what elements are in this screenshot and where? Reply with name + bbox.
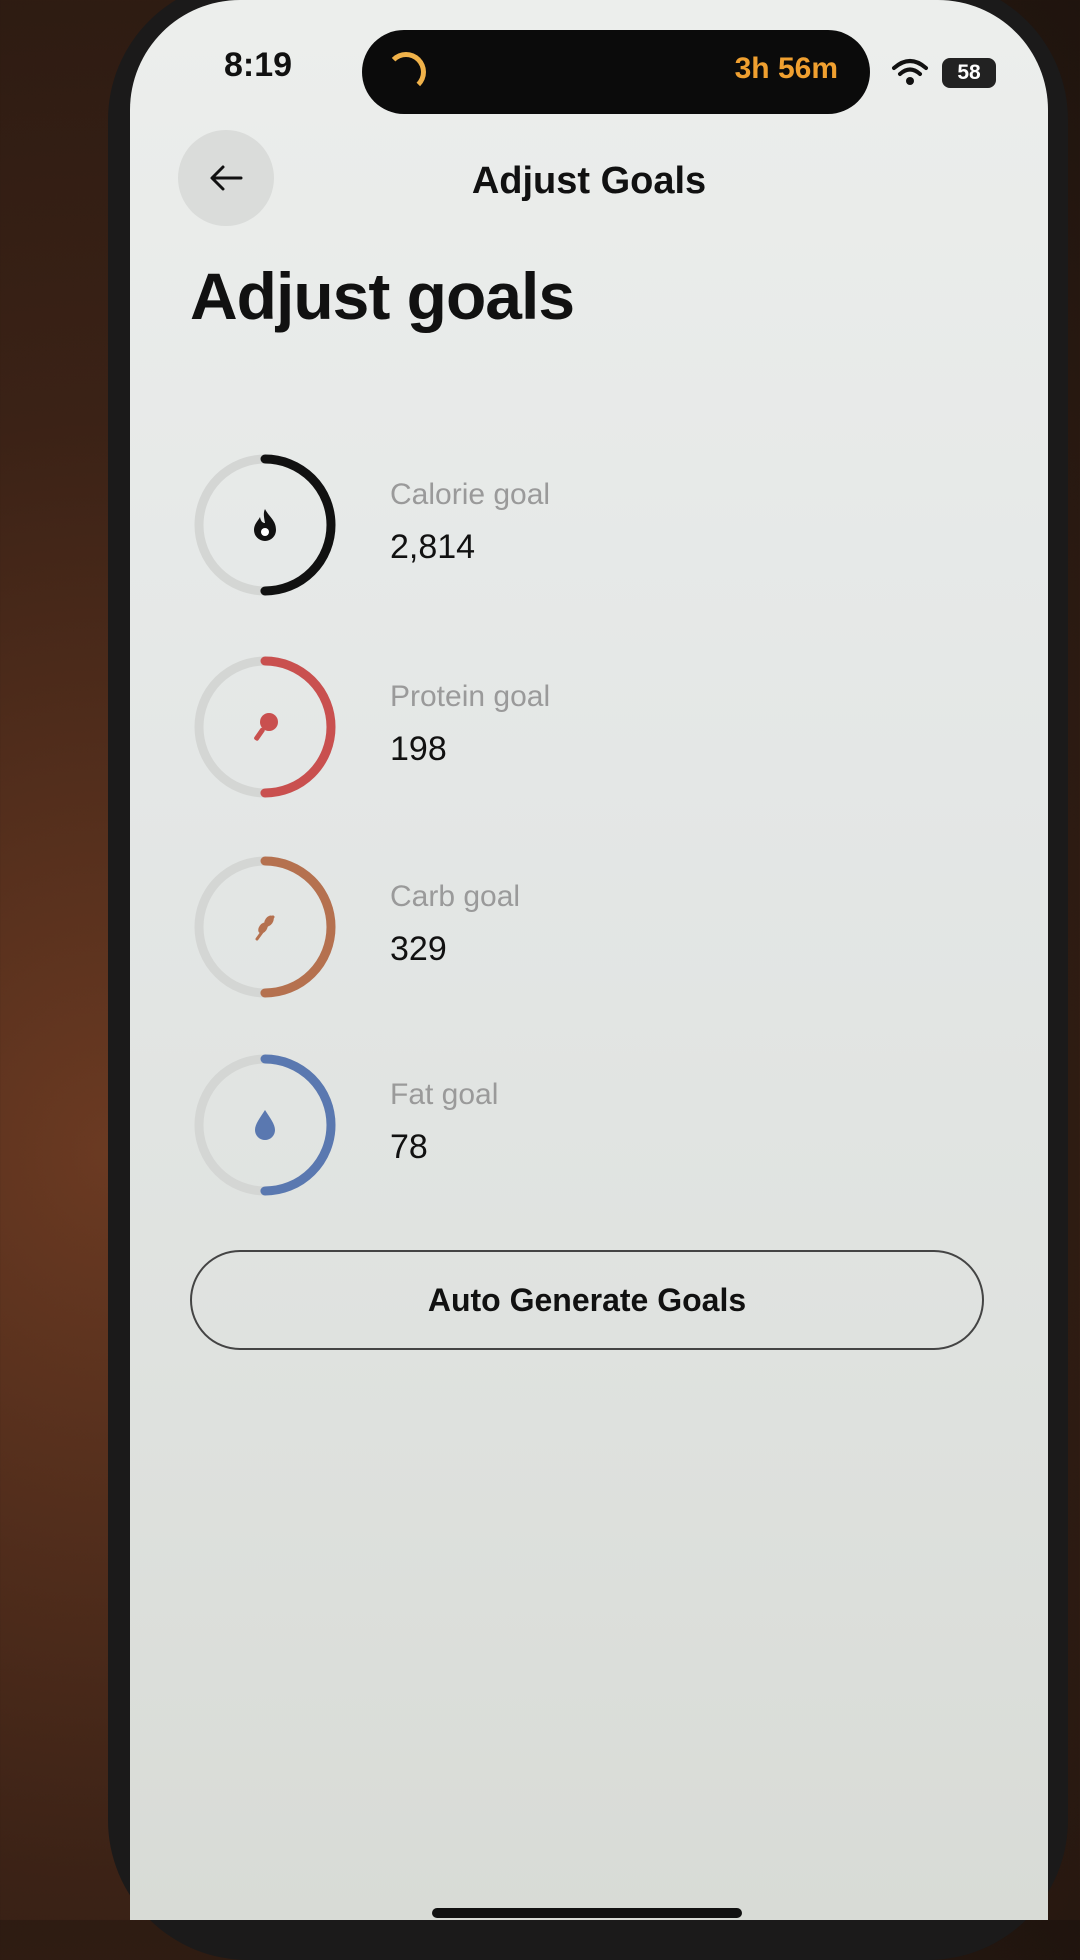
status-time: 8:19 — [224, 46, 293, 84]
nav-title: Adjust Goals — [471, 160, 707, 202]
island-timer: 3h 56m — [734, 52, 838, 85]
goal-label: Carb goal — [390, 880, 521, 913]
app-screen: 8:19 3h 56m 58 Adjust Goals Adjust goals… — [130, 0, 1048, 1920]
flame-icon — [254, 509, 276, 541]
wheat-icon — [255, 915, 275, 941]
goal-label: Protein goal — [390, 680, 551, 713]
goal-value: 78 — [390, 1128, 428, 1166]
battery-indicator: 58 — [942, 58, 996, 88]
goal-row-fat[interactable]: Fat goal 78 — [190, 1050, 890, 1200]
goal-label: Calorie goal — [390, 478, 551, 511]
goal-value: 2,814 — [390, 528, 476, 566]
goal-row-protein[interactable]: Protein goal 198 — [190, 652, 890, 802]
goal-row-carb[interactable]: Carb goal 329 — [190, 852, 890, 1002]
home-indicator — [432, 1908, 742, 1918]
status-icons: 58 — [890, 58, 996, 88]
activity-spinner-icon — [386, 52, 426, 92]
drumstick-icon — [254, 713, 278, 741]
wifi-icon — [892, 59, 928, 85]
goal-row-calorie[interactable]: Calorie goal 2,814 — [190, 450, 890, 600]
goal-value: 198 — [390, 730, 447, 768]
droplet-icon — [255, 1110, 275, 1140]
dynamic-island: 3h 56m — [362, 30, 870, 114]
auto-generate-goals-button[interactable]: Auto Generate Goals — [190, 1250, 984, 1350]
page-title: Adjust goals — [190, 259, 575, 333]
goal-label: Fat goal — [390, 1078, 499, 1111]
goal-value: 329 — [390, 930, 447, 968]
